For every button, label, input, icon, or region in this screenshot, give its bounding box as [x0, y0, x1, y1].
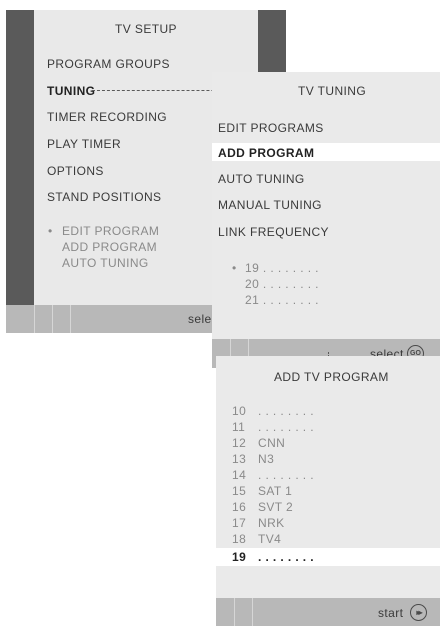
program-name: NRK [258, 516, 285, 530]
add-tv-program-title: ADD TV PROGRAM [274, 370, 389, 384]
program-name: . . . . . . . . [258, 468, 315, 482]
program-number: 17 [232, 516, 247, 530]
submenu-item-add-program: ADD PROGRAM [62, 240, 158, 254]
program-number: 12 [232, 436, 247, 450]
program-list-item: 20 . . . . . . . . [245, 277, 319, 291]
program-name-selected[interactable]: . . . . . . . . [258, 550, 314, 564]
submenu-bullet: • [48, 224, 53, 238]
program-number: 16 [232, 500, 247, 514]
program-name: . . . . . . . . [258, 420, 315, 434]
program-number: 13 [232, 452, 247, 466]
submenu-item-auto-tuning: AUTO TUNING [62, 256, 149, 270]
menu-item-timer-recording[interactable]: TIMER RECORDING [47, 110, 167, 124]
submenu-item-edit-program: EDIT PROGRAM [62, 224, 160, 238]
menu-item-add-program[interactable]: ADD PROGRAM [218, 146, 314, 160]
menu-item-play-timer[interactable]: PLAY TIMER [47, 137, 121, 151]
add-tv-program-menu: ADD TV PROGRAM 10 . . . . . . . . 11 . .… [216, 356, 440, 626]
menu-item-manual-tuning[interactable]: MANUAL TUNING [218, 198, 322, 212]
add-tv-program-footer-bar: start ▸▸ [216, 598, 440, 626]
menu-item-options[interactable]: OPTIONS [47, 164, 104, 178]
menu-item-edit-programs[interactable]: EDIT PROGRAMS [218, 121, 324, 135]
program-name: SVT 2 [258, 500, 294, 514]
tv-tuning-menu: TV TUNING EDIT PROGRAMS ADD PROGRAM AUTO… [212, 72, 440, 368]
add-tv-program-footer-label: start [378, 606, 404, 620]
menu-item-tuning[interactable]: TUNING [47, 84, 95, 98]
program-number: 18 [232, 532, 247, 546]
program-number: 14 [232, 468, 247, 482]
tv-tuning-title: TV TUNING [298, 84, 367, 98]
program-number-selected[interactable]: 19 [232, 550, 246, 564]
program-name: CNN [258, 436, 286, 450]
fast-forward-button-icon[interactable]: ▸▸ [410, 604, 427, 621]
menu-item-program-groups[interactable]: PROGRAM GROUPS [47, 57, 170, 71]
program-number: 15 [232, 484, 247, 498]
menu-item-stand-positions[interactable]: STAND POSITIONS [47, 190, 161, 204]
selected-row-highlight [216, 548, 440, 566]
program-list-item: 19 . . . . . . . . [245, 261, 319, 275]
program-list-item: 21 . . . . . . . . [245, 293, 319, 307]
program-name: . . . . . . . . [258, 404, 315, 418]
program-name: SAT 1 [258, 484, 293, 498]
program-list-bullet: • [232, 261, 237, 275]
program-name: TV4 [258, 532, 282, 546]
program-number: 11 [232, 420, 246, 434]
tv-setup-title: TV SETUP [115, 22, 177, 36]
menu-item-auto-tuning[interactable]: AUTO TUNING [218, 172, 305, 186]
program-number: 10 [232, 404, 247, 418]
menu-item-link-frequency[interactable]: LINK FREQUENCY [218, 225, 329, 239]
program-name: N3 [258, 452, 275, 466]
